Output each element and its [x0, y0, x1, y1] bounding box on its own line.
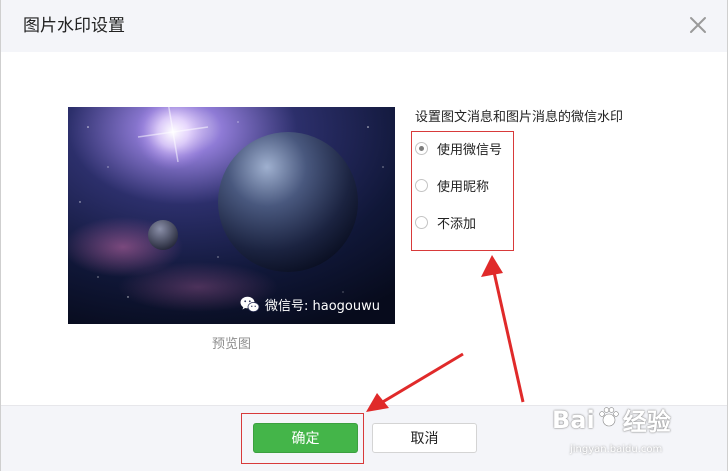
preview-caption: 预览图	[211, 337, 251, 352]
watermark-brand-tail: 经验	[622, 408, 671, 436]
radio-button-checked[interactable]	[415, 141, 428, 155]
option-use-nickname[interactable]: 使用昵称	[415, 174, 489, 196]
option-label: 使用昵称	[437, 179, 490, 195]
dialog-header: 图片水印设置	[1, 0, 727, 52]
watermark-brand: Bai	[552, 405, 595, 434]
options-title: 设置图文消息和图片消息的微信水印	[415, 110, 624, 125]
wechat-icon	[240, 296, 260, 313]
ok-button[interactable]: 确定	[253, 423, 358, 453]
radio-button[interactable]	[415, 178, 428, 192]
close-icon[interactable]	[685, 12, 711, 38]
preview-image: 微信号: haogouwu	[68, 107, 395, 324]
cancel-button[interactable]: 取消	[372, 423, 477, 453]
baidu-jingyan-watermark: Bai 经验	[552, 402, 671, 437]
watermark-url: jingyan.baidu.com	[570, 444, 663, 455]
option-use-wechat-id[interactable]: 使用微信号	[415, 137, 502, 159]
watermark-settings-dialog: 图片水印设置 微信号: haogouwu 预览图 设置图文消息和图片消息的微信水…	[0, 0, 728, 471]
dialog-title: 图片水印设置	[23, 16, 125, 36]
radio-button[interactable]	[415, 215, 428, 229]
watermark-label: 微信号: haogouwu	[240, 295, 380, 314]
option-label: 使用微信号	[437, 142, 503, 158]
watermark-text: 微信号: haogouwu	[265, 299, 380, 314]
option-label: 不添加	[437, 216, 477, 232]
option-no-watermark[interactable]: 不添加	[415, 211, 476, 233]
paw-icon	[597, 405, 621, 435]
